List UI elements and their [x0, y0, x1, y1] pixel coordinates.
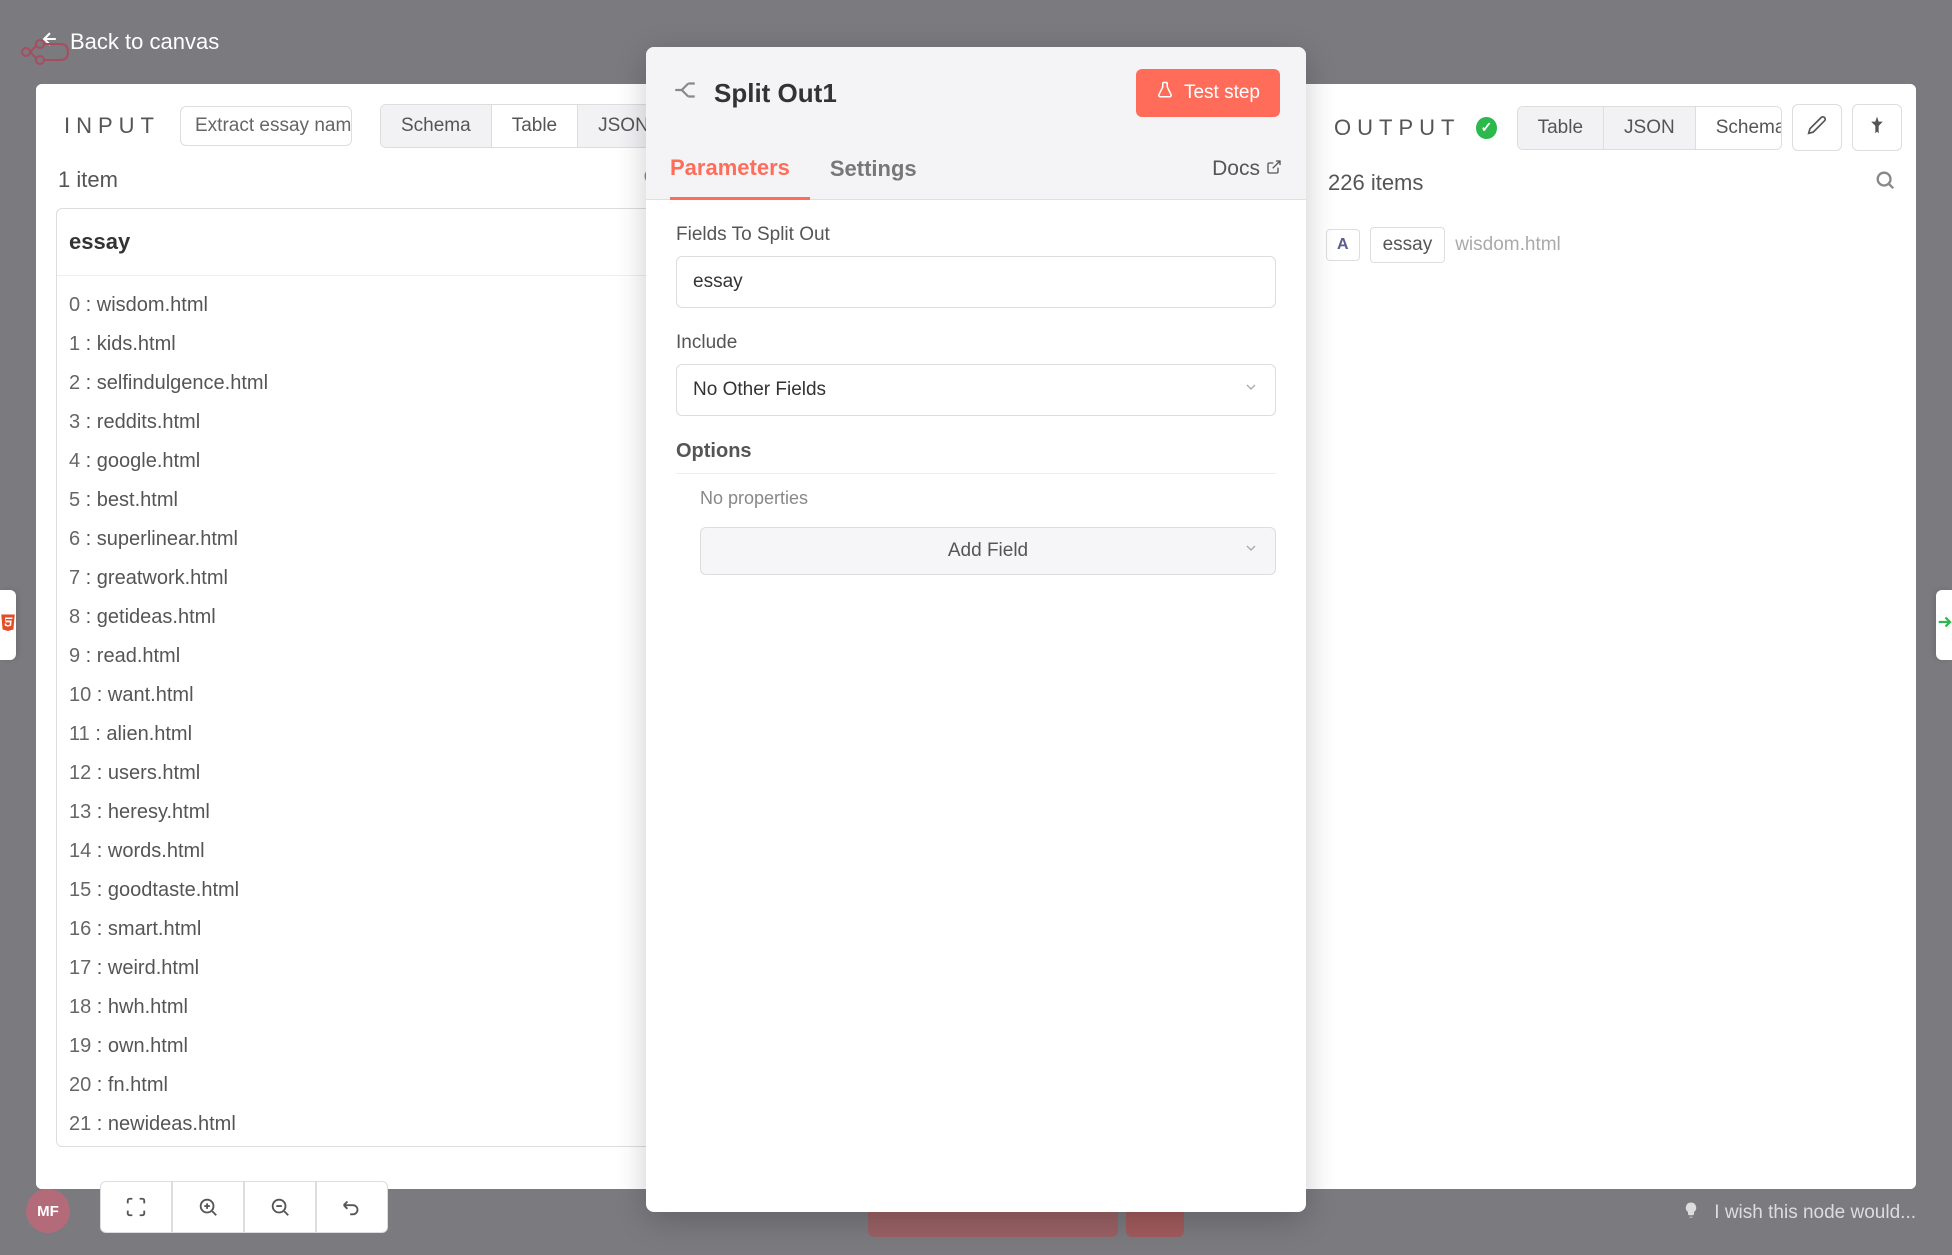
no-properties-text: No properties: [700, 488, 1276, 509]
list-item[interactable]: 9 : read.html: [69, 637, 651, 676]
list-item[interactable]: 1 : kids.html: [69, 325, 651, 364]
input-data-list[interactable]: 0 : wisdom.html1 : kids.html2 : selfindu…: [57, 276, 663, 1146]
node-config-panel: Split Out1 Test step Parameters Settings…: [646, 47, 1306, 1212]
include-label: Include: [676, 332, 1276, 354]
edit-button[interactable]: [1792, 104, 1842, 151]
add-field-button[interactable]: Add Field: [700, 527, 1276, 575]
include-value: No Other Fields: [693, 379, 826, 401]
chevron-down-icon: [1243, 540, 1259, 562]
fields-to-split-label: Fields To Split Out: [676, 224, 1276, 246]
list-item[interactable]: 10 : want.html: [69, 676, 651, 715]
output-view-tabs: Table JSON Schema: [1517, 106, 1782, 150]
output-label: OUTPUT: [1320, 109, 1466, 147]
schema-field-row[interactable]: A essay wisdom.html: [1306, 227, 1916, 263]
wish-text: I wish this node would...: [1714, 1202, 1916, 1224]
output-view-table[interactable]: Table: [1518, 107, 1604, 149]
undo-button[interactable]: [316, 1181, 388, 1233]
schema-field-key: essay: [1370, 227, 1446, 263]
fit-view-button[interactable]: [100, 1181, 172, 1233]
list-item[interactable]: 19 : own.html: [69, 1027, 651, 1066]
canvas-controls: [100, 1181, 388, 1233]
lightbulb-icon: [1682, 1201, 1700, 1225]
test-step-label: Test step: [1184, 82, 1260, 104]
list-item[interactable]: 0 : wisdom.html: [69, 286, 651, 325]
list-item[interactable]: 6 : superlinear.html: [69, 520, 651, 559]
list-item[interactable]: 2 : selfindulgence.html: [69, 364, 651, 403]
tab-parameters[interactable]: Parameters: [670, 139, 810, 200]
output-view-schema[interactable]: Schema: [1696, 107, 1782, 149]
list-item[interactable]: 11 : alien.html: [69, 715, 651, 754]
list-item[interactable]: 16 : smart.html: [69, 910, 651, 949]
schema-type-letter: A: [1326, 229, 1360, 261]
external-link-icon: [1266, 157, 1282, 181]
docs-label: Docs: [1212, 157, 1260, 181]
wish-prompt[interactable]: I wish this node would...: [1682, 1201, 1916, 1225]
schema-sample-value: wisdom.html: [1455, 234, 1561, 256]
chevron-down-icon: [1243, 379, 1259, 401]
pin-button[interactable]: [1852, 104, 1902, 151]
list-item[interactable]: 14 : words.html: [69, 832, 651, 871]
input-panel: INPUT Extract essay name Schema Table JS…: [36, 84, 684, 1189]
html5-icon: [0, 612, 17, 638]
app-logo: [20, 38, 72, 71]
input-label: INPUT: [50, 107, 166, 145]
split-out-icon: [672, 77, 698, 110]
output-view-json[interactable]: JSON: [1604, 107, 1696, 149]
arrow-right-icon: [1935, 613, 1952, 637]
test-step-button[interactable]: Test step: [1136, 69, 1280, 117]
add-field-label: Add Field: [948, 540, 1028, 562]
output-panel: OUTPUT ✓ Table JSON Schema 226 items A e…: [1306, 84, 1916, 1189]
list-item[interactable]: 18 : hwh.html: [69, 988, 651, 1027]
list-item[interactable]: 12 : users.html: [69, 754, 651, 793]
prev-node-peek[interactable]: [0, 590, 16, 660]
list-item[interactable]: 17 : weird.html: [69, 949, 651, 988]
input-view-tabs: Schema Table JSON: [380, 104, 670, 148]
zoom-in-button[interactable]: [172, 1181, 244, 1233]
output-item-count: 226 items: [1326, 170, 1423, 196]
zoom-out-button[interactable]: [244, 1181, 316, 1233]
list-item[interactable]: 5 : best.html: [69, 481, 651, 520]
list-item[interactable]: 20 : fn.html: [69, 1066, 651, 1105]
list-item[interactable]: 3 : reddits.html: [69, 403, 651, 442]
fields-to-split-input[interactable]: [676, 256, 1276, 308]
success-indicator-icon: ✓: [1476, 117, 1496, 139]
tab-settings[interactable]: Settings: [830, 140, 937, 198]
node-title[interactable]: Split Out1: [714, 78, 837, 109]
input-item-count: 1 item: [56, 167, 118, 193]
list-item[interactable]: 15 : goodtaste.html: [69, 871, 651, 910]
include-select[interactable]: No Other Fields: [676, 364, 1276, 416]
search-icon[interactable]: [1874, 169, 1896, 197]
list-item[interactable]: 4 : google.html: [69, 442, 651, 481]
input-view-schema[interactable]: Schema: [381, 105, 492, 147]
options-heading: Options: [676, 440, 1276, 474]
source-node-name[interactable]: Extract essay name: [180, 106, 352, 146]
list-item[interactable]: 8 : getideas.html: [69, 598, 651, 637]
back-label: Back to canvas: [70, 29, 219, 55]
docs-link[interactable]: Docs: [1212, 157, 1282, 181]
list-item[interactable]: 21 : newideas.html: [69, 1105, 651, 1144]
flask-icon: [1156, 81, 1174, 105]
list-item[interactable]: 13 : heresy.html: [69, 793, 651, 832]
avatar[interactable]: MF: [26, 1189, 70, 1233]
next-node-peek[interactable]: [1936, 590, 1952, 660]
list-item[interactable]: 7 : greatwork.html: [69, 559, 651, 598]
input-view-table[interactable]: Table: [492, 105, 578, 147]
input-field-header: essay: [57, 209, 663, 276]
